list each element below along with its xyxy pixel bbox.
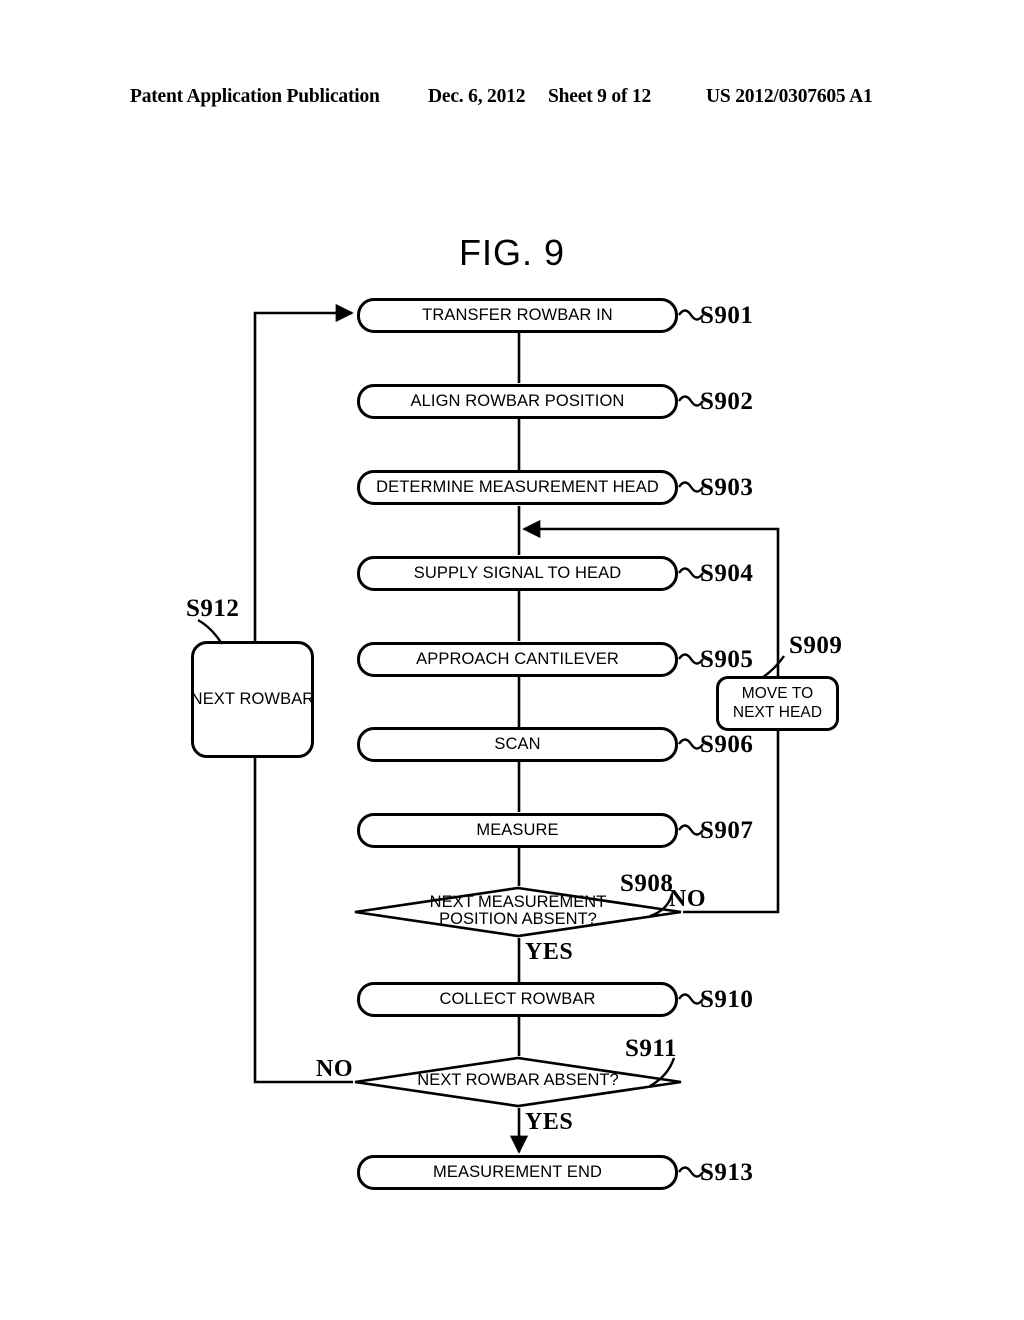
header-publication: Patent Application Publication: [130, 86, 380, 107]
flow-node-s907-label: MEASURE: [476, 821, 559, 840]
flow-node-s904[interactable]: SUPPLY SIGNAL TO HEAD: [357, 556, 678, 591]
flow-node-s909-label-line1: MOVE TO: [741, 684, 814, 702]
flow-node-s901[interactable]: TRANSFER ROWBAR IN: [357, 298, 678, 333]
flow-node-s902[interactable]: ALIGN ROWBAR POSITION: [357, 384, 678, 419]
header-patent-number: US 2012/0307605 A1: [706, 86, 873, 107]
step-ref-s911: S911: [625, 1035, 678, 1062]
flow-node-s903-label: DETERMINE MEASUREMENT HEAD: [376, 478, 659, 497]
flow-node-s905[interactable]: APPROACH CANTILEVER: [357, 642, 678, 677]
step-ref-s905: S905: [700, 646, 754, 673]
flow-node-s909-label: MOVE TO NEXT HEAD: [733, 685, 822, 722]
flow-node-s904-label: SUPPLY SIGNAL TO HEAD: [413, 564, 622, 583]
step-ref-s908: S908: [620, 870, 674, 897]
flow-node-s903[interactable]: DETERMINE MEASUREMENT HEAD: [357, 470, 678, 505]
page-header: Patent Application Publication Dec. 6, 2…: [0, 86, 1024, 116]
flow-node-s908-label-line1: NEXT MEASUREMENT: [429, 893, 607, 911]
flow-node-s911-label: NEXT ROWBAR ABSENT?: [417, 1071, 619, 1089]
step-ref-s907: S907: [700, 817, 754, 844]
edge-label-s908-no: NO: [669, 886, 706, 912]
step-ref-s913: S913: [700, 1159, 754, 1186]
flow-node-s912-label: NEXT ROWBAR: [190, 690, 315, 709]
flow-node-s908-label: NEXT MEASUREMENT POSITION ABSENT?: [353, 893, 683, 929]
step-ref-s909: S909: [789, 632, 843, 659]
edge-label-s911-no: NO: [316, 1056, 353, 1082]
flow-node-s908-label-line2: POSITION ABSENT?: [439, 910, 597, 929]
step-ref-s903: S903: [700, 474, 754, 501]
flow-node-s910[interactable]: COLLECT ROWBAR: [357, 982, 678, 1017]
step-ref-s910: S910: [700, 986, 754, 1013]
edge-label-s908-yes: YES: [525, 939, 574, 965]
flow-node-s906[interactable]: SCAN: [357, 727, 678, 762]
flow-node-s909-label-line2: NEXT HEAD: [732, 703, 823, 721]
edge-label-s911-yes: YES: [525, 1109, 574, 1135]
flow-node-s906-label: SCAN: [494, 735, 541, 754]
step-ref-s902: S902: [700, 388, 754, 415]
step-ref-s904: S904: [700, 560, 754, 587]
flow-node-s913-label: MEASUREMENT END: [433, 1163, 602, 1182]
flow-node-s902-label: ALIGN ROWBAR POSITION: [410, 392, 625, 411]
header-sheet: Sheet 9 of 12: [548, 86, 652, 107]
flow-node-s912[interactable]: NEXT ROWBAR: [191, 641, 314, 758]
flow-node-s911[interactable]: NEXT ROWBAR ABSENT?: [353, 1056, 683, 1108]
flow-node-s905-label: APPROACH CANTILEVER: [416, 650, 619, 669]
flow-node-s913[interactable]: MEASUREMENT END: [357, 1155, 678, 1190]
flow-node-s901-label: TRANSFER ROWBAR IN: [422, 306, 613, 325]
flow-node-s907[interactable]: MEASURE: [357, 813, 678, 848]
step-ref-s906: S906: [700, 731, 754, 758]
flow-node-s910-label: COLLECT ROWBAR: [439, 990, 596, 1009]
step-ref-s901: S901: [700, 302, 754, 329]
step-ref-s912: S912: [186, 595, 240, 622]
header-date: Dec. 6, 2012: [428, 86, 526, 107]
figure-title: FIG. 9: [458, 232, 566, 273]
flow-node-s909[interactable]: MOVE TO NEXT HEAD: [716, 676, 839, 731]
